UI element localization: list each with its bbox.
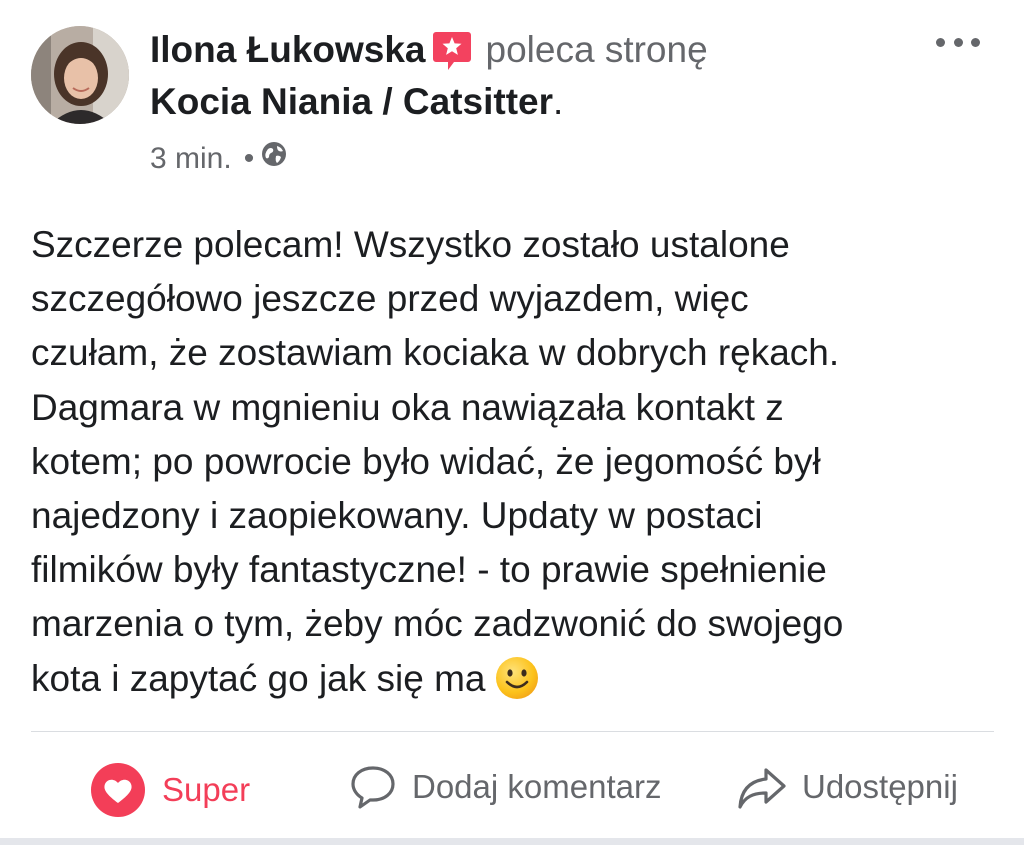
page-name-line: Kocia Niania / Catsitter. <box>150 80 563 124</box>
super-label: Super <box>162 771 251 808</box>
add-comment-button[interactable]: Dodaj komentarz <box>348 762 661 812</box>
super-reaction-button[interactable]: Super <box>88 762 250 818</box>
post-body-line: Dagmara w mgnieniu oka nawiązała kontakt… <box>31 386 784 428</box>
post-body-line: marzenia o tym, żeby móc zadzwonić do sw… <box>31 603 844 645</box>
actions-divider <box>31 731 994 732</box>
post-header: Ilona Łukowska poleca stronę <box>150 28 708 72</box>
smiling-face-icon <box>494 655 540 701</box>
recommendation-badge-icon <box>432 28 472 72</box>
comment-icon <box>351 766 395 809</box>
page-name-period: . <box>553 81 564 122</box>
more-options-icon[interactable] <box>936 32 980 52</box>
post-body-line: najedzony i zaopiekowany. Updaty w posta… <box>31 495 763 537</box>
post-body-line: Szczerze polecam! Wszystko zostało ustal… <box>31 224 790 265</box>
recommend-action-text: poleca stronę <box>485 29 708 70</box>
post-card: Ilona Łukowska poleca stronę Kocia Niani… <box>0 0 1024 845</box>
post-body-line: filmików były fantastyczne! - to prawie … <box>31 549 827 591</box>
globe-icon[interactable] <box>260 140 288 177</box>
meta-separator: • <box>243 141 255 175</box>
post-body-line: szczegółowo jeszcze przed wyjazdem, więc <box>31 278 749 320</box>
share-label: Udostępnij <box>802 768 958 805</box>
post-body-line: czułam, że zostawiam kociaka w dobrych r… <box>31 332 840 374</box>
page-name-link[interactable]: Kocia Niania / Catsitter <box>150 81 553 122</box>
post-timestamp[interactable]: 3 min. <box>150 141 232 177</box>
author-name[interactable]: Ilona Łukowska <box>150 29 426 70</box>
share-arrow-icon <box>738 768 786 809</box>
avatar-photo <box>31 26 129 124</box>
post-meta: 3 min. • <box>150 140 288 177</box>
post-body-line: kota i zapytać go jak się ma <box>31 657 486 699</box>
comment-label: Dodaj komentarz <box>412 768 662 805</box>
post-body: Szczerze polecam! Wszystko zostało ustal… <box>31 218 1001 706</box>
feed-separator <box>0 838 1024 845</box>
share-button[interactable]: Udostępnij <box>736 762 958 812</box>
post-body-last-line: kota i zapytać go jak się ma <box>31 652 1001 706</box>
heart-reaction-icon <box>91 763 145 817</box>
avatar[interactable] <box>31 26 129 124</box>
post-body-line: kotem; po powrocie było widać, że jegomo… <box>31 440 821 482</box>
post-actions-bar: Super Dodaj komentarz Udostępnij <box>0 750 1024 830</box>
